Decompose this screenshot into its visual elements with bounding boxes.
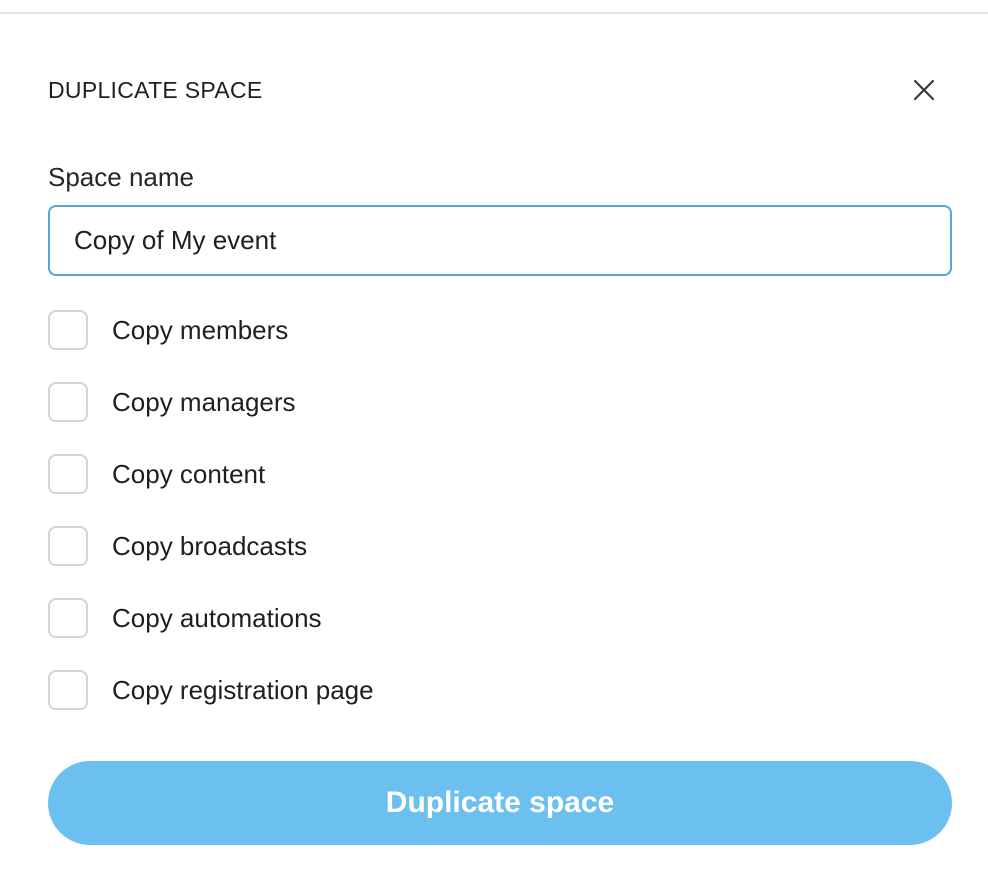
copy-broadcasts-checkbox[interactable] — [48, 526, 88, 566]
duplicate-space-dialog: DUPLICATE SPACE Space name Copy members … — [0, 0, 988, 892]
copy-members-option[interactable]: Copy members — [48, 310, 288, 350]
copy-content-option[interactable]: Copy content — [48, 454, 265, 494]
copy-registration-page-option[interactable]: Copy registration page — [48, 670, 374, 710]
copy-members-label: Copy members — [112, 315, 289, 345]
copy-registration-page-label: Copy registration page — [112, 675, 374, 705]
copy-managers-checkbox[interactable] — [48, 382, 88, 422]
copy-members-checkbox[interactable] — [48, 310, 88, 350]
space-name-input[interactable] — [48, 205, 952, 276]
copy-managers-label: Copy managers — [112, 387, 296, 417]
copy-content-checkbox[interactable] — [48, 454, 88, 494]
dialog-title: DUPLICATE SPACE — [48, 77, 263, 103]
copy-registration-page-checkbox[interactable] — [48, 670, 88, 710]
copy-content-label: Copy content — [112, 459, 266, 489]
copy-managers-option[interactable]: Copy managers — [48, 382, 296, 422]
duplicate-space-button[interactable]: Duplicate space — [48, 761, 952, 845]
copy-automations-option[interactable]: Copy automations — [48, 598, 322, 638]
copy-broadcasts-label: Copy broadcasts — [112, 531, 308, 561]
copy-automations-label: Copy automations — [112, 603, 322, 633]
copy-automations-checkbox[interactable] — [48, 598, 88, 638]
copy-broadcasts-option[interactable]: Copy broadcasts — [48, 526, 307, 566]
close-button[interactable] — [904, 70, 944, 110]
close-icon — [913, 79, 935, 101]
space-name-label: Space name — [48, 162, 194, 192]
